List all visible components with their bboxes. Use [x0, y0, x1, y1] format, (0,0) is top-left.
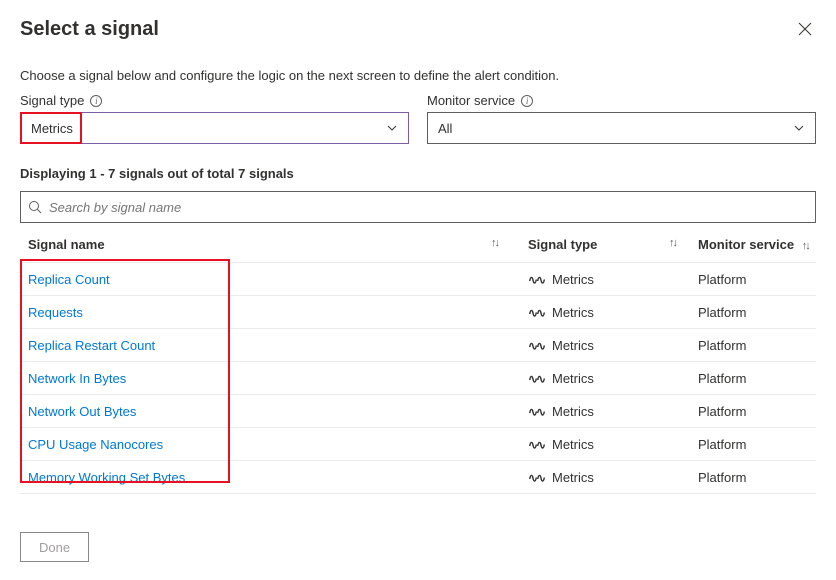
sort-icon: ↑↓	[491, 237, 498, 249]
signal-type-text: Metrics	[552, 272, 594, 287]
monitor-service-label: Monitor service	[427, 93, 515, 108]
page-title: Select a signal	[20, 18, 159, 41]
monitor-service-select[interactable]: All	[427, 112, 816, 144]
done-button[interactable]: Done	[20, 532, 89, 562]
signal-type-text: Metrics	[552, 305, 594, 320]
close-button[interactable]	[794, 18, 816, 44]
signal-type-text: Metrics	[552, 437, 594, 452]
signal-type-text: Metrics	[552, 371, 594, 386]
signal-type-select[interactable]: Metrics	[20, 112, 409, 144]
metric-icon: ∿∿	[528, 438, 546, 452]
signal-link[interactable]: Requests	[28, 305, 83, 320]
signal-link[interactable]: Replica Count	[28, 272, 110, 287]
table-row: Requests ∿∿ Metrics Platform	[20, 296, 816, 329]
monitor-service-text: Platform	[690, 329, 816, 362]
chevron-down-icon	[386, 122, 398, 134]
signals-table: Signal name ↑↓ Signal type ↑↓ Monitor se…	[20, 229, 816, 494]
signal-type-text: Metrics	[552, 404, 594, 419]
col-header-signal-type[interactable]: Signal type ↑↓	[520, 229, 690, 263]
search-input[interactable]	[20, 191, 816, 223]
monitor-service-text: Platform	[690, 362, 816, 395]
col-header-monitor-service[interactable]: Monitor service ↑↓	[690, 229, 816, 263]
info-icon[interactable]: i	[521, 95, 533, 107]
subtitle-text: Choose a signal below and configure the …	[20, 68, 816, 83]
col-header-signal-name[interactable]: Signal name ↑↓	[20, 229, 520, 263]
sort-icon: ↑↓	[802, 240, 809, 252]
table-row: Network In Bytes ∿∿ Metrics Platform	[20, 362, 816, 395]
signal-link[interactable]: Network In Bytes	[28, 371, 126, 386]
info-icon[interactable]: i	[90, 95, 102, 107]
table-row: CPU Usage Nanocores ∿∿ Metrics Platform	[20, 428, 816, 461]
results-count-text: Displaying 1 - 7 signals out of total 7 …	[20, 166, 816, 181]
signal-link[interactable]: Memory Working Set Bytes	[28, 470, 185, 485]
table-row: Memory Working Set Bytes ∿∿ Metrics Platfor…	[20, 461, 816, 494]
signal-type-text: Metrics	[552, 470, 594, 485]
metric-icon: ∿∿	[528, 471, 546, 485]
metric-icon: ∿∿	[528, 273, 546, 287]
monitor-service-text: Platform	[690, 263, 816, 296]
metric-icon: ∿∿	[528, 339, 546, 353]
monitor-service-text: Platform	[690, 461, 816, 494]
table-row: Network Out Bytes ∿∿ Metrics Platform	[20, 395, 816, 428]
metric-icon: ∿∿	[528, 372, 546, 386]
search-icon	[28, 200, 42, 214]
signal-type-value: Metrics	[31, 121, 73, 136]
signal-type-label: Signal type	[20, 93, 84, 108]
signal-link[interactable]: CPU Usage Nanocores	[28, 437, 163, 452]
monitor-service-text: Platform	[690, 296, 816, 329]
metric-icon: ∿∿	[528, 306, 546, 320]
signal-type-text: Metrics	[552, 338, 594, 353]
metric-icon: ∿∿	[528, 405, 546, 419]
monitor-service-text: Platform	[690, 395, 816, 428]
signal-link[interactable]: Network Out Bytes	[28, 404, 136, 419]
monitor-service-value: All	[438, 121, 452, 136]
table-row: Replica Restart Count ∿∿ Metrics Platform	[20, 329, 816, 362]
chevron-down-icon	[793, 122, 805, 134]
table-row: Replica Count ∿∿ Metrics Platform	[20, 263, 816, 296]
sort-icon: ↑↓	[669, 237, 676, 249]
monitor-service-text: Platform	[690, 428, 816, 461]
close-icon	[798, 23, 812, 40]
signal-link[interactable]: Replica Restart Count	[28, 338, 155, 353]
